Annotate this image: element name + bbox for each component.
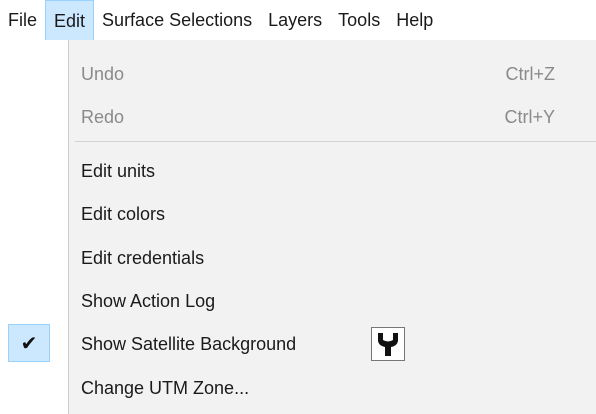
- menu-tools[interactable]: Tools: [330, 0, 388, 40]
- menu-item-change-utm-zone[interactable]: Change UTM Zone...: [69, 366, 596, 410]
- menu-item-edit-colors[interactable]: Edit colors: [69, 192, 596, 236]
- edit-menu-dropdown: Undo Ctrl+Z Redo Ctrl+Y Edit units Edit …: [68, 40, 596, 414]
- menu-item-label: Change UTM Zone...: [81, 378, 250, 398]
- menu-item-label: Show Satellite Background: [81, 334, 297, 354]
- menu-separator: [75, 141, 596, 142]
- menu-item-label: Edit colors: [81, 204, 166, 224]
- menu-surface-selections[interactable]: Surface Selections: [94, 0, 260, 40]
- menu-item-edit-credentials[interactable]: Edit credentials: [69, 236, 596, 280]
- menu-item-label: Undo: [81, 64, 125, 84]
- menu-item-label: Redo: [81, 107, 125, 127]
- menu-item-show-action-log[interactable]: Show Action Log: [69, 279, 596, 323]
- checkmark-icon: ✔: [8, 324, 50, 362]
- menu-item-label: Edit credentials: [81, 248, 205, 268]
- menu-layers[interactable]: Layers: [260, 0, 330, 40]
- menu-edit[interactable]: Edit: [45, 0, 95, 40]
- menu-help[interactable]: Help: [388, 0, 441, 40]
- menu-bar: File Edit Surface Selections Layers Tool…: [0, 0, 596, 40]
- menu-item-shortcut: Ctrl+Z: [505, 64, 556, 84]
- menu-item-redo[interactable]: Redo Ctrl+Y: [69, 95, 596, 139]
- menu-item-shortcut: Ctrl+Y: [504, 107, 555, 127]
- wrench-icon: [371, 327, 405, 361]
- menu-item-show-satellite-background[interactable]: Show Satellite Background: [69, 322, 596, 366]
- menu-file[interactable]: File: [0, 0, 45, 40]
- menu-item-edit-units[interactable]: Edit units: [69, 149, 596, 193]
- menu-item-undo[interactable]: Undo Ctrl+Z: [69, 52, 596, 96]
- menu-item-label: Edit units: [81, 161, 156, 181]
- menu-item-label: Show Action Log: [81, 291, 216, 311]
